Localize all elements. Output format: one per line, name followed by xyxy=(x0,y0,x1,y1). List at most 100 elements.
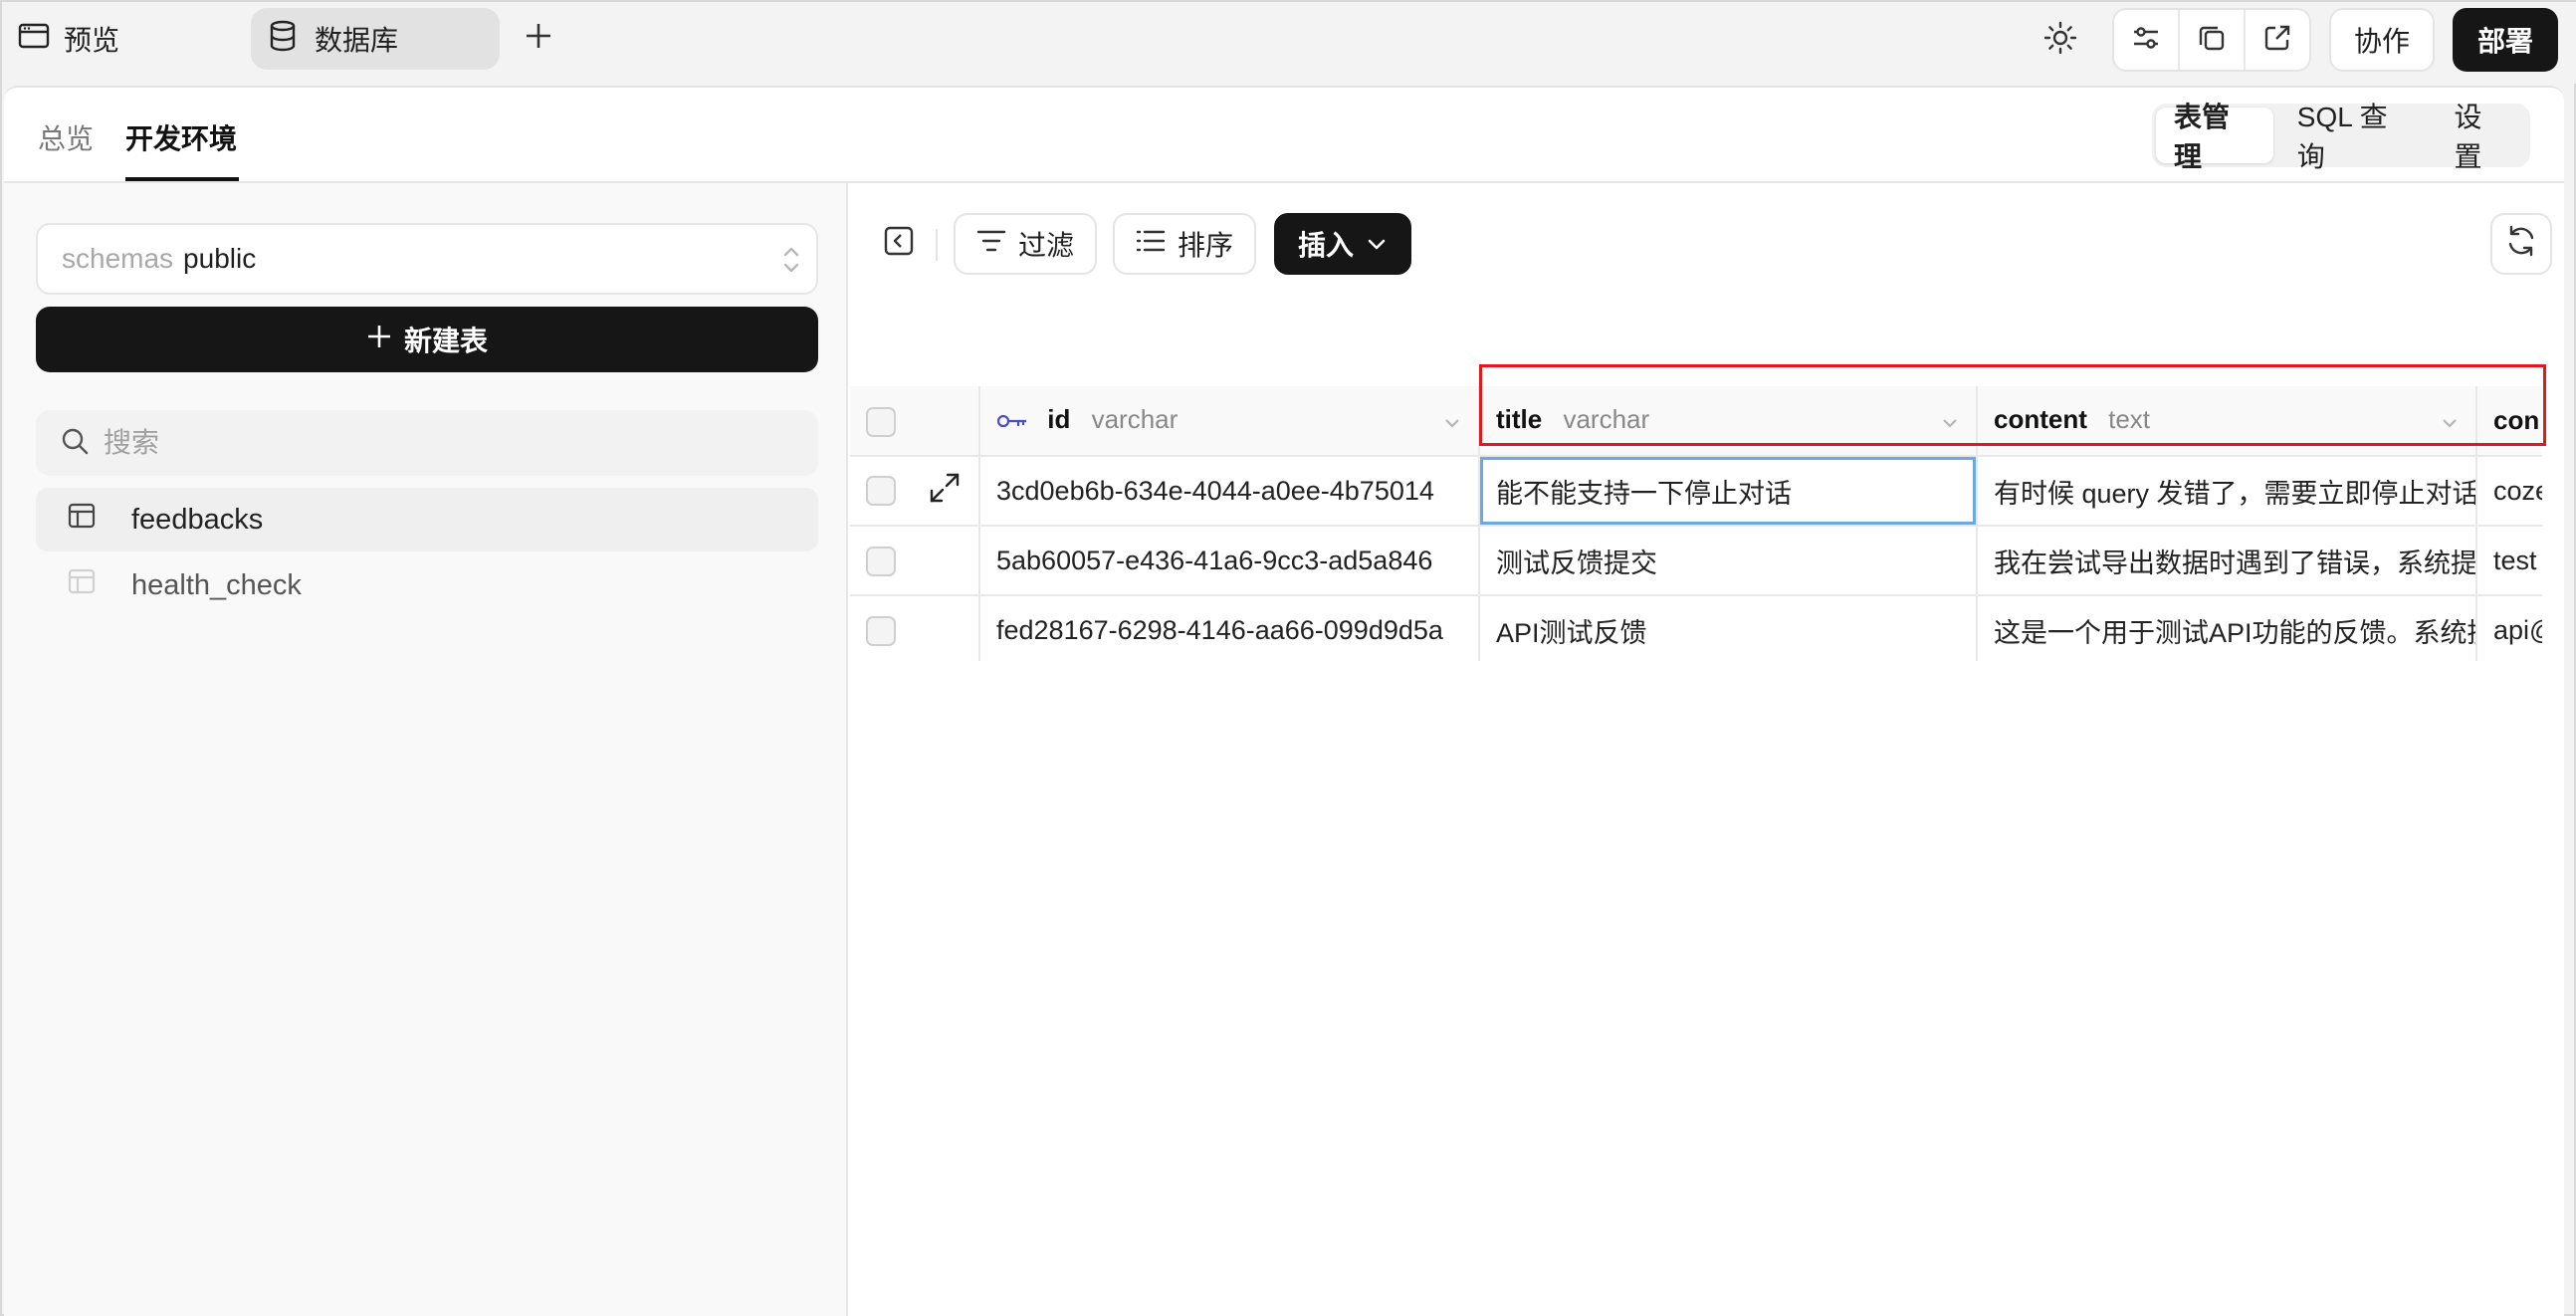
cell-title[interactable]: 测试反馈提交 xyxy=(1479,526,1978,596)
table-row: fed28167-6298-4146-aa66-099d9d5a API测试反馈… xyxy=(850,595,2542,661)
refresh-button[interactable] xyxy=(2490,213,2552,275)
search-icon xyxy=(60,426,90,461)
row-select-cell xyxy=(850,526,980,596)
table-search-input[interactable] xyxy=(104,427,780,459)
row-checkbox[interactable] xyxy=(866,546,896,576)
table-row: 5ab60057-e436-41a6-9cc3-ad5a846 测试反馈提交 我… xyxy=(850,526,2542,596)
table-list: feedbacks health_check xyxy=(36,488,818,619)
sun-icon xyxy=(2043,21,2077,60)
insert-dropdown-button[interactable]: 插入 xyxy=(1274,213,1411,275)
table-search xyxy=(36,410,818,476)
schema-select[interactable]: schemas public xyxy=(36,223,818,295)
top-bar: 预览 数据库 协作 部署 xyxy=(2,2,2576,84)
external-link-icon xyxy=(2262,23,2292,58)
sidebar-item-label: health_check xyxy=(131,568,302,601)
table-icon xyxy=(68,502,96,538)
schema-select-label: schemas xyxy=(62,243,174,274)
tab-dev-environment[interactable]: 开发环境 xyxy=(125,117,237,157)
column-type: varchar xyxy=(1563,404,1650,434)
column-header-content[interactable]: content text xyxy=(1977,386,2477,457)
column-name: con xyxy=(2493,405,2540,435)
column-header-con[interactable]: con xyxy=(2476,386,2542,457)
database-tab[interactable]: 数据库 xyxy=(251,8,500,70)
cell-id[interactable]: fed28167-6298-4146-aa66-099d9d5a xyxy=(979,595,1480,661)
filter-icon xyxy=(976,228,1006,261)
cell-content[interactable]: 我在尝试导出数据时遇到了错误，系统提示 xyxy=(1977,526,2477,596)
sort-list-icon xyxy=(1136,228,1166,261)
active-tab-underline xyxy=(125,177,239,181)
cell-con[interactable]: api@ xyxy=(2476,595,2542,661)
filter-label: 过滤 xyxy=(1017,230,1074,261)
data-table: id varchar title varchar content text co… xyxy=(850,386,2542,661)
chevron-up-down-icon xyxy=(780,243,802,284)
schema-select-value: public xyxy=(183,243,257,274)
row-checkbox[interactable] xyxy=(866,615,896,646)
plus-icon xyxy=(524,21,553,58)
browser-window-icon xyxy=(18,22,50,57)
database-tab-label: 数据库 xyxy=(315,25,399,56)
row-select-cell xyxy=(850,456,980,527)
insert-label: 插入 xyxy=(1297,230,1354,261)
cell-id[interactable]: 3cd0eb6b-634e-4044-a0ee-4b75014 xyxy=(979,456,1480,527)
column-header-title[interactable]: title varchar xyxy=(1479,386,1978,457)
select-all-checkbox[interactable] xyxy=(866,406,896,437)
column-name: id xyxy=(1047,404,1071,434)
chevron-down-icon[interactable] xyxy=(1442,406,1462,437)
deploy-button[interactable]: 部署 xyxy=(2453,8,2558,72)
column-type: text xyxy=(2108,404,2151,434)
chevron-down-icon[interactable] xyxy=(2440,406,2460,437)
toolbar-divider xyxy=(936,229,938,261)
sort-button[interactable]: 排序 xyxy=(1113,213,1256,275)
cell-con[interactable]: coze xyxy=(2476,456,2542,527)
tab-table-management[interactable]: 表管理 xyxy=(2156,102,2273,172)
table-icon xyxy=(68,567,96,603)
expand-row-icon[interactable] xyxy=(928,471,962,512)
collapse-sidebar-icon xyxy=(883,225,915,264)
copy-icon xyxy=(2197,23,2227,58)
cell-con[interactable]: test xyxy=(2476,526,2542,596)
sidebar-item-feedbacks[interactable]: feedbacks xyxy=(36,488,818,551)
sliders-icon xyxy=(2131,23,2161,58)
row-checkbox[interactable] xyxy=(866,476,896,506)
row-select-cell xyxy=(850,595,980,661)
theme-toggle-button[interactable] xyxy=(2039,18,2082,62)
table-content-area: 过滤 排序 插入 id varchar title varchar conten… xyxy=(850,183,2564,1316)
sidebar: schemas public 新建表 搜索 feedbacks health_c… xyxy=(4,183,848,1316)
settings-sliders-button[interactable] xyxy=(2114,10,2180,70)
cell-title[interactable]: 能不能支持一下停止对话 xyxy=(1479,456,1978,527)
column-name: title xyxy=(1496,404,1543,434)
cell-content[interactable]: 有时候 query 发错了，需要立即停止对话 xyxy=(1977,456,2477,527)
new-table-label: 新建表 xyxy=(403,326,488,356)
tab-sql-query[interactable]: SQL 查询 xyxy=(2279,102,2431,172)
database-icon xyxy=(269,20,297,59)
toolbar-button-group xyxy=(2112,8,2311,72)
column-header-id[interactable]: id varchar xyxy=(979,386,1480,457)
env-tabs: 总览 开发环境 表管理 SQL 查询 设置 xyxy=(4,88,2564,183)
main-panel: 总览 开发环境 表管理 SQL 查询 设置 schemas public 新建表… xyxy=(4,86,2564,1316)
open-external-button[interactable] xyxy=(2246,10,2309,70)
cell-content[interactable]: 这是一个用于测试API功能的反馈。系统提示 xyxy=(1977,595,2477,661)
cell-title[interactable]: API测试反馈 xyxy=(1479,595,1978,661)
tab-overview[interactable]: 总览 xyxy=(38,117,94,157)
app-window: 预览 数据库 协作 部署 总览 开发环境 表管理 SQL 查询 设置 schem… xyxy=(0,0,2576,1316)
sidebar-item-health-check[interactable]: health_check xyxy=(36,553,818,617)
cell-id[interactable]: 5ab60057-e436-41a6-9cc3-ad5a846 xyxy=(979,526,1480,596)
data-grid: id varchar title varchar content text co… xyxy=(850,386,2542,661)
collaborate-button[interactable]: 协作 xyxy=(2329,8,2435,72)
table-header-row: id varchar title varchar content text co… xyxy=(850,386,2542,457)
preview-tab-label: 预览 xyxy=(64,25,120,56)
primary-key-icon xyxy=(996,406,1028,437)
preview-tab[interactable]: 预览 xyxy=(18,18,119,60)
table-row: 3cd0eb6b-634e-4044-a0ee-4b75014 能不能支持一下停… xyxy=(850,456,2542,527)
sidebar-item-label: feedbacks xyxy=(131,503,264,536)
add-tab-button[interactable] xyxy=(518,18,559,60)
select-all-cell xyxy=(850,386,980,457)
filter-button[interactable]: 过滤 xyxy=(954,213,1097,275)
chevron-down-icon[interactable] xyxy=(1940,406,1960,437)
new-table-button[interactable]: 新建表 xyxy=(36,307,818,372)
copy-button[interactable] xyxy=(2180,10,2246,70)
view-segmented-control: 表管理 SQL 查询 设置 xyxy=(2152,102,2530,172)
tab-settings[interactable]: 设置 xyxy=(2436,102,2526,172)
collapse-sidebar-button[interactable] xyxy=(876,213,922,275)
chevron-down-icon xyxy=(1366,228,1388,260)
